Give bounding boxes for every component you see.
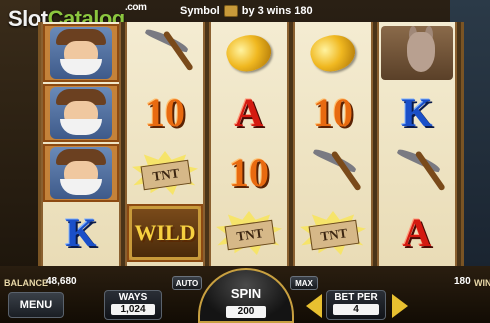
miner-icon: [50, 147, 112, 199]
win-message: Symbol by 3 wins 180: [180, 5, 313, 17]
top-bar: SlotCatalog .com Symbol by 3 wins 180: [0, 0, 490, 31]
reel-1-symbol-miner: [43, 144, 119, 202]
ten-symbol: 10: [145, 90, 185, 135]
reel-4-symbol-tnt: TNT: [295, 204, 371, 262]
bet-per-panel: BET PER 4: [326, 290, 386, 320]
reel-3-symbol-gold: [211, 24, 287, 82]
k-symbol: K: [401, 90, 433, 135]
reel-1-symbol-miner: [43, 24, 119, 82]
reel-5: K A: [377, 22, 457, 266]
bet-decrease-arrow-icon[interactable]: [306, 294, 322, 318]
miner-icon: [50, 27, 112, 79]
tnt-icon: TNT: [132, 151, 198, 195]
reel-1-symbol-miner: [43, 84, 119, 142]
reel-3: A 10 TNT: [209, 22, 289, 266]
game-screen: SlotCatalog .com Symbol by 3 wins 180 K: [0, 0, 490, 323]
spin-button-label: SPIN: [230, 286, 262, 301]
reel-3-symbol-tnt: TNT: [211, 204, 287, 262]
ways-panel: WAYS 1,024: [104, 290, 162, 320]
gold-nugget-icon: [222, 28, 276, 78]
a-symbol: A: [402, 210, 432, 255]
tnt-icon: TNT: [216, 211, 282, 255]
reel-2-symbol-pickaxe: [127, 24, 203, 82]
reel-5-symbol-donkey: [379, 24, 455, 82]
menu-button-label: MENU: [19, 299, 53, 311]
max-bet-button[interactable]: MAX: [290, 276, 318, 290]
gold-nugget-icon: [306, 28, 360, 78]
reel-1-symbol-k: K: [43, 204, 119, 262]
donkey-icon: [381, 26, 453, 80]
win-message-suffix: by 3 wins 180: [241, 5, 313, 17]
pickaxe-icon: [390, 146, 446, 196]
ways-label: WAYS: [118, 292, 148, 303]
logo-com-text: .com: [125, 2, 147, 13]
miner-icon: [50, 87, 112, 139]
total-bet-value: 200: [226, 306, 266, 318]
reel-5-symbol-pickaxe: [379, 144, 455, 202]
a-symbol: A: [234, 90, 264, 135]
reel-1: K: [41, 22, 121, 266]
reel-4: 10 TNT: [293, 22, 373, 266]
bet-per-label: BET PER: [334, 292, 378, 303]
win-message-prefix: Symbol: [180, 5, 220, 17]
reel-5-symbol-k: K: [379, 84, 455, 142]
balance-value: 48,680: [46, 276, 77, 287]
ten-symbol: 10: [313, 90, 353, 135]
max-bet-button-label: MAX: [295, 278, 313, 288]
bet-increase-arrow-icon[interactable]: [392, 294, 408, 318]
reel-3-symbol-a: A: [211, 84, 287, 142]
reel-4-symbol-10: 10: [295, 84, 371, 142]
reel-2-symbol-tnt: TNT: [127, 144, 203, 202]
ways-value: 1,024: [111, 304, 155, 315]
pickaxe-icon: [138, 26, 194, 76]
reel-2: 10 TNT WILD: [125, 22, 205, 266]
win-value: 180: [454, 276, 471, 287]
ten-symbol: 10: [229, 150, 269, 195]
auto-button[interactable]: AUTO: [172, 276, 202, 290]
win-label: WIN: [474, 278, 490, 288]
reel-4-symbol-gold: [295, 24, 371, 82]
miner-icon: [223, 5, 238, 17]
reel-2-symbol-wild: WILD: [127, 204, 203, 262]
reel-area: K 10 TNT WILD A 10 TNT 10 TNT K A: [38, 22, 464, 266]
auto-button-label: AUTO: [175, 278, 199, 288]
reel-3-symbol-10: 10: [211, 144, 287, 202]
mine-scenery-left: [0, 0, 40, 270]
balance-label: BALANCE: [4, 278, 48, 288]
reel-5-symbol-a: A: [379, 204, 455, 262]
reel-4-symbol-pickaxe: [295, 144, 371, 202]
reel-2-symbol-10: 10: [127, 84, 203, 142]
tnt-icon: TNT: [300, 211, 366, 255]
menu-button[interactable]: MENU: [8, 292, 64, 318]
k-symbol: K: [65, 210, 97, 255]
wild-symbol: WILD: [129, 206, 201, 260]
pickaxe-icon: [306, 146, 362, 196]
bet-per-value: 4: [333, 304, 379, 315]
